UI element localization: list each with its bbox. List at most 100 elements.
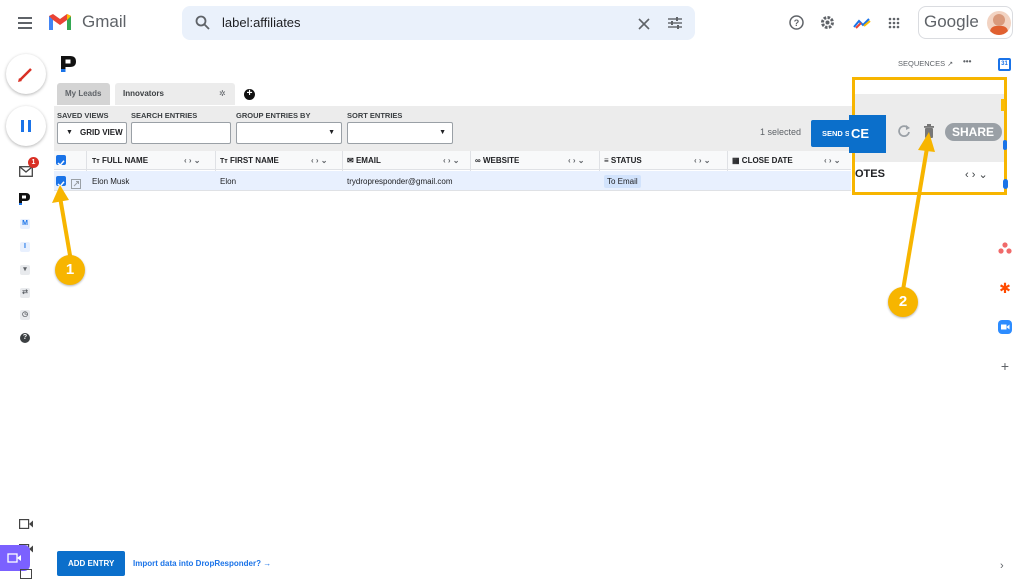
- dropresponder-brand-icon[interactable]: [60, 55, 78, 73]
- column-label: WEBSITE: [482, 156, 520, 165]
- column-label: STATUS: [610, 156, 642, 165]
- extension-rainbow-icon[interactable]: [852, 16, 872, 29]
- sort-entries-select[interactable]: ▼: [347, 122, 453, 144]
- chevron-down-icon: ▼: [439, 129, 446, 136]
- asana-app-icon[interactable]: [998, 241, 1012, 254]
- selected-count: 1 selected: [760, 127, 802, 137]
- add-entry-button[interactable]: ADD ENTRY: [57, 551, 125, 576]
- search-input[interactable]: label:affiliates: [222, 15, 301, 30]
- sort-entries-label: SORT ENTRIES: [347, 111, 403, 120]
- add-entry-label: ADD ENTRY: [68, 559, 115, 568]
- grid-view-label: GRID VIEW: [80, 128, 123, 137]
- grid-view-select[interactable]: ▼ GRID VIEW: [57, 122, 127, 144]
- tab-innovators-label: Innovators: [123, 89, 164, 98]
- panel-more-button[interactable]: •••: [963, 57, 971, 66]
- notes-column-label[interactable]: OTES: [855, 168, 885, 180]
- rail-help-icon[interactable]: ?: [20, 333, 30, 343]
- search-options-icon[interactable]: [668, 16, 682, 30]
- cell-email[interactable]: trydropresponder@gmail.com: [347, 172, 453, 191]
- rail-label-m[interactable]: M: [20, 219, 30, 229]
- settings-gear-icon[interactable]: [820, 15, 835, 30]
- column-arrows-icon[interactable]: ‹ › ⌄: [184, 151, 200, 170]
- zoom-send-label: CE: [851, 126, 870, 141]
- column-label: EMAIL: [355, 156, 381, 165]
- external-link-icon: ↗: [947, 61, 954, 68]
- search-bar[interactable]: label:affiliates: [182, 6, 695, 40]
- zoom-send-button[interactable]: CE: [849, 115, 886, 153]
- callout-arrow-2: [901, 132, 935, 291]
- zoom-app-icon[interactable]: [998, 320, 1012, 334]
- contacts-app-icon[interactable]: [1003, 179, 1008, 189]
- zapier-app-icon[interactable]: ✱: [998, 281, 1012, 295]
- text-type-icon: Tт: [220, 158, 228, 165]
- apps-grid-icon[interactable]: [888, 16, 900, 29]
- add-tab-icon[interactable]: +: [244, 89, 255, 100]
- callout-badge-1: 1: [55, 255, 85, 285]
- avatar[interactable]: [987, 11, 1011, 35]
- meet-video-icon[interactable]: [19, 516, 33, 530]
- google-account-button[interactable]: Google: [918, 6, 1013, 39]
- sequences-link[interactable]: SEQUENCES ↗: [898, 59, 953, 68]
- column-label: CLOSE DATE: [741, 156, 793, 165]
- keep-app-icon[interactable]: [1001, 99, 1005, 111]
- select-all-checkbox[interactable]: [56, 155, 66, 167]
- send-button-label: SEND S: [822, 129, 850, 138]
- help-icon[interactable]: ?: [789, 15, 804, 30]
- column-arrows-icon[interactable]: ‹ › ⌄: [568, 151, 584, 170]
- keyboard-icon[interactable]: [20, 566, 32, 579]
- column-arrows-icon[interactable]: ‹ › ⌄: [824, 151, 840, 170]
- text-type-icon: Tт: [92, 158, 100, 165]
- dropdown-caret-icon: ▼: [66, 129, 73, 136]
- search-entries-label: SEARCH ENTRIES: [131, 111, 198, 120]
- tab-my-leads[interactable]: My Leads: [57, 83, 110, 105]
- svg-text:?: ?: [794, 18, 800, 28]
- column-header-first-name[interactable]: Tт FIRST NAME ‹ › ⌄: [220, 151, 342, 170]
- app-name: Gmail: [82, 12, 127, 31]
- pause-inbox-button[interactable]: [6, 106, 46, 146]
- mail-icon: ✉: [347, 156, 354, 165]
- calendar-icon: ▦: [732, 156, 740, 165]
- rail-sync-icon[interactable]: ⇄: [20, 288, 30, 298]
- column-arrows-icon[interactable]: ‹ › ⌄: [443, 151, 459, 170]
- rail-filter-icon[interactable]: ▾: [20, 265, 30, 275]
- list-icon: ≡: [604, 156, 609, 165]
- clear-search-icon[interactable]: [638, 17, 650, 30]
- column-arrows-icon[interactable]: ‹ › ⌄: [311, 151, 327, 170]
- dropresponder-logo-icon[interactable]: [18, 192, 32, 206]
- right-side-panel: 31 ✱ + ›: [985, 45, 1024, 587]
- tasks-app-icon[interactable]: [1003, 140, 1007, 150]
- chevron-down-icon: ▼: [328, 129, 335, 136]
- column-header-website[interactable]: ∞ WEBSITE ‹ › ⌄: [475, 151, 599, 170]
- tab-settings-gear-icon[interactable]: ✲: [219, 83, 226, 105]
- column-header-status[interactable]: ≡ STATUS ‹ › ⌄: [604, 151, 728, 170]
- column-header-close-date[interactable]: ▦ CLOSE DATE ‹ › ⌄: [732, 151, 850, 170]
- search-entries-input[interactable]: [131, 122, 231, 144]
- top-bar: Gmail label:affiliates ? Google: [0, 0, 1024, 45]
- rail-clock-icon[interactable]: ◷: [20, 310, 30, 320]
- cell-full-name[interactable]: Elon Musk: [92, 172, 129, 191]
- search-icon[interactable]: [195, 15, 211, 31]
- column-label: FULL NAME: [101, 156, 149, 165]
- column-header-email[interactable]: ✉ EMAIL ‹ › ⌄: [347, 151, 470, 170]
- compose-button[interactable]: [6, 54, 46, 94]
- gmail-logo-icon[interactable]: [47, 12, 73, 32]
- rail-label-i[interactable]: I: [20, 242, 30, 252]
- add-addon-icon[interactable]: +: [999, 359, 1011, 373]
- status-badge[interactable]: To Email: [604, 175, 641, 188]
- import-data-link[interactable]: Import data into DropResponder? →: [133, 559, 271, 568]
- expand-panel-icon[interactable]: ›: [1000, 560, 1010, 572]
- column-label: FIRST NAME: [229, 156, 279, 165]
- group-entries-label: GROUP ENTRIES BY: [236, 111, 311, 120]
- sequences-label: SEQUENCES: [898, 59, 946, 68]
- callout-badge-2: 2: [888, 287, 918, 317]
- group-entries-select[interactable]: ▼: [236, 122, 342, 144]
- google-wordmark: Google: [924, 12, 979, 31]
- main-menu-icon[interactable]: [18, 16, 32, 29]
- tab-innovators[interactable]: Innovators ✲: [115, 83, 235, 105]
- column-header-full-name[interactable]: Tт FULL NAME ‹ › ⌄: [92, 151, 215, 170]
- cell-first-name[interactable]: Elon: [220, 172, 236, 191]
- inbox-unread-badge: 1: [28, 157, 39, 168]
- column-arrows-icon[interactable]: ‹ › ⌄: [694, 151, 710, 170]
- saved-views-label: SAVED VIEWS: [57, 111, 109, 120]
- calendar-app-icon[interactable]: 31: [998, 58, 1011, 71]
